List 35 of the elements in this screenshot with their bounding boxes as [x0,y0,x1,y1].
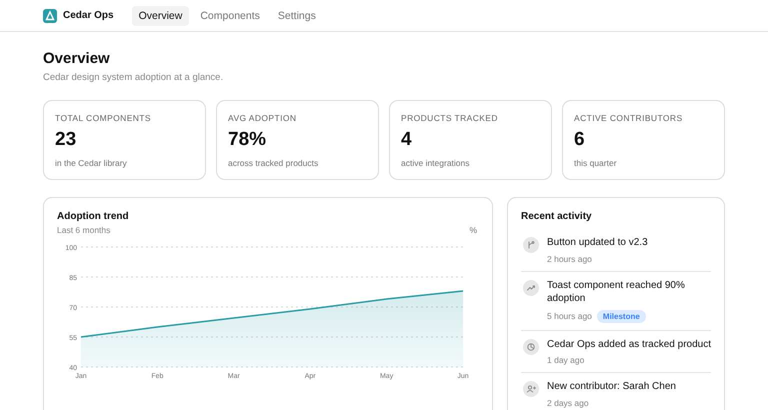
logo-icon [43,8,57,22]
activity-time: 5 hours ago [547,311,592,321]
stat-value: 23 [55,129,78,151]
stat-label: ACTIVE CONTRIBUTORS [574,113,684,123]
stat-value: 6 [574,129,586,151]
activity-text: Cedar Ops added as tracked product [547,338,711,351]
milestone-tag: Milestone [596,310,646,322]
activity-text: Button updated to v2.3 [547,236,648,250]
stat-note: across tracked products [228,158,320,168]
stat-note: active integrations [401,158,471,168]
branch-icon [523,237,539,253]
nav-tab[interactable]: Components [193,6,267,26]
chart-title: Adoption trend [57,211,129,222]
chart-subtitle: Last 6 months [57,225,112,235]
page-subtitle: Cedar design system adoption at a glance. [43,72,224,83]
stat-note: in the Cedar library [55,158,128,168]
activity-text: Toast component reached 90% adoption [547,278,686,306]
stat-value: 78% [228,129,268,151]
trend-icon [523,280,539,296]
stat-label: TOTAL COMPONENTS [55,113,152,123]
activity-text: New contributor: Sarah Chen [547,380,676,394]
user-icon [523,381,539,397]
stat-note: this quarter [574,158,618,168]
stat-label: PRODUCTS TRACKED [401,113,499,123]
activity-time: 2 days ago [547,398,589,408]
activity-time: 1 day ago [547,355,584,365]
unit-label: % [469,225,477,235]
nav-tab[interactable]: Settings [270,6,323,26]
brand-name: Cedar Ops [63,10,114,21]
activity-title: Recent activity [521,211,593,222]
stat-label: AVG ADOPTION [228,113,298,123]
stat-value: 4 [401,129,413,151]
nav-tab[interactable]: Overview [132,6,190,26]
activity-time: 2 hours ago [547,254,592,264]
page-title: Overview [43,50,111,67]
